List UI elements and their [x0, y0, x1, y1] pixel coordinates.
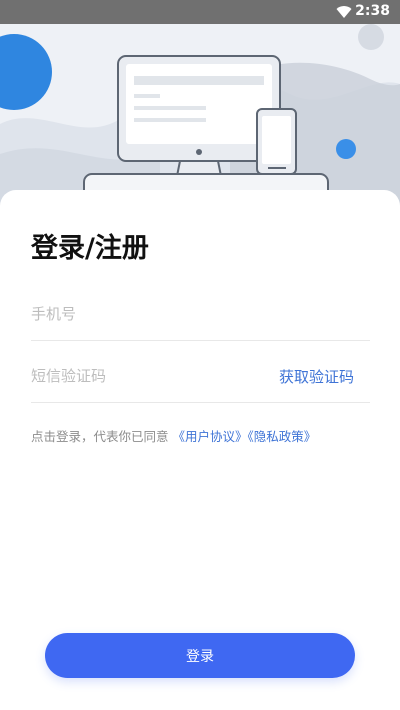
hero-illustration — [0, 24, 400, 214]
phone-input[interactable] — [31, 290, 261, 338]
phone-field-container — [31, 290, 370, 341]
agreement-prefix: 点击登录，代表你已同意 — [31, 429, 173, 444]
status-bar: 2:38 — [0, 0, 400, 24]
decor-circle-small — [336, 139, 356, 159]
login-card: 登录/注册 获取验证码 点击登录，代表你已同意 《用户协议》《隐私政策》 登录 — [0, 190, 400, 710]
sms-code-input[interactable] — [31, 352, 261, 400]
decor-circle-large — [0, 34, 52, 110]
desktop-and-phone-illustration — [0, 24, 400, 214]
privacy-policy-link[interactable]: 《隐私政策》 — [248, 429, 317, 444]
wifi-icon — [336, 6, 352, 19]
decor-circle-gray — [358, 24, 384, 50]
user-agreement-link[interactable]: 《用户协议》 — [172, 429, 247, 444]
code-field-container: 获取验证码 — [31, 352, 370, 403]
login-button[interactable]: 登录 — [45, 633, 355, 678]
page-title: 登录/注册 — [31, 233, 149, 264]
agreement-text: 点击登录，代表你已同意 《用户协议》《隐私政策》 — [31, 426, 316, 445]
get-code-button[interactable]: 获取验证码 — [279, 366, 354, 387]
status-time: 2:38 — [355, 3, 390, 19]
